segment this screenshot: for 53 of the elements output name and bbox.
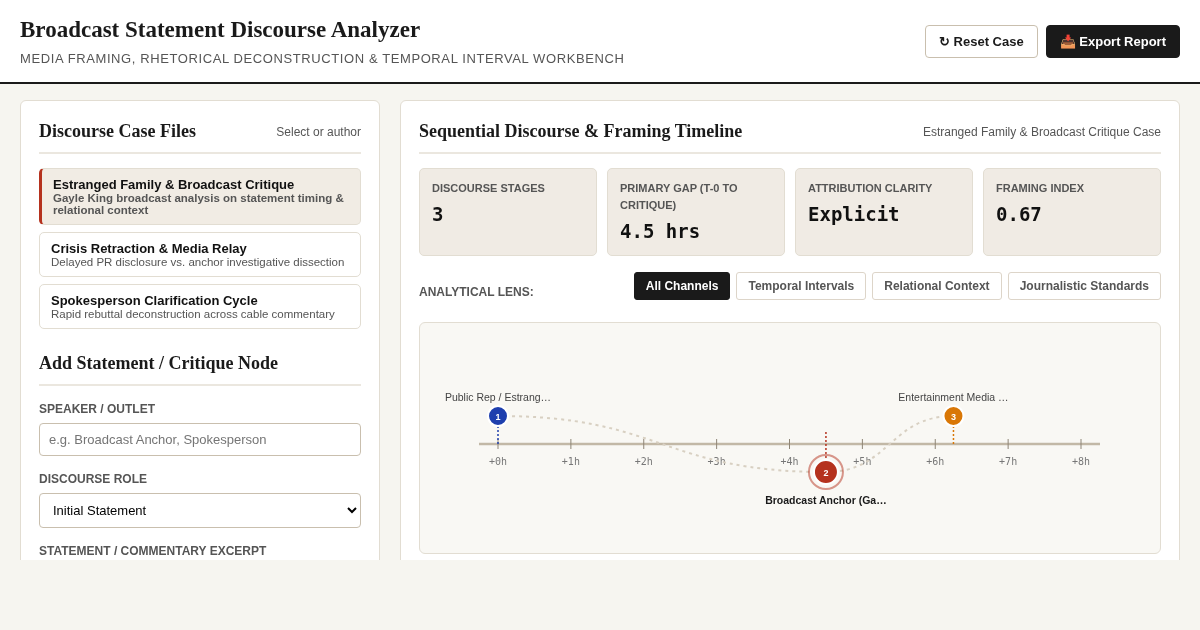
- panel-hint: Select or author: [276, 124, 361, 139]
- case-item[interactable]: Estranged Family & Broadcast Critique Gayle King broadcast analysis on statement timing & relational context: [39, 168, 361, 225]
- node-number: 3: [950, 412, 956, 422]
- tick-label: +5h: [853, 456, 872, 467]
- stat-value: 4.5 hrs: [620, 220, 702, 242]
- field-label: DISCOURSE ROLE: [39, 472, 148, 486]
- tick-label: +8h: [1071, 456, 1091, 467]
- panel-title: Discourse Case Files: [39, 121, 196, 142]
- stat-label: FRAMING INDEX: [996, 181, 1085, 196]
- tick-label: +1h: [561, 456, 580, 467]
- drop-line: [497, 425, 499, 445]
- drop-line: [952, 425, 955, 445]
- stat-label: DISCOURSE STAGES: [432, 181, 546, 196]
- app-subtitle: MEDIA FRAMING, RHETORICAL DECONSTRUCTION & TEMPORAL INTERVAL WORKBENCH: [20, 50, 625, 66]
- node-number: 2: [823, 468, 829, 478]
- lens-tab[interactable]: All Channels: [633, 272, 731, 300]
- case-description: Gayle King broadcast analysis on statement timing & relational context: [53, 192, 345, 216]
- lens-tab[interactable]: Journalistic Standards: [1007, 272, 1161, 300]
- tick-label: +0h: [488, 456, 508, 467]
- node-label: Entertainment Media …: [898, 391, 1009, 403]
- speaker-field[interactable]: e.g. Broadcast Anchor, Spokesperson: [39, 423, 361, 456]
- case-item[interactable]: Crisis Retraction & Media Relay Delayed PR disclosure vs. anchor investigative dissection: [39, 232, 361, 277]
- stat-label: PRIMARY GAP (T-0 TO CRITIQUE): [620, 181, 739, 213]
- case-title: Estranged Family & Broadcast Critique: [53, 177, 296, 192]
- lens-tab[interactable]: Temporal Intervals: [736, 272, 867, 300]
- stat-value: Explicit: [808, 203, 901, 225]
- reset-button[interactable]: ↻ Reset Case: [925, 24, 1038, 58]
- form-title: Add Statement / Critique Node: [39, 353, 361, 386]
- role-dropdown[interactable]: Initial Statement: [39, 493, 361, 528]
- tick-label: +2h: [634, 456, 653, 467]
- field-label: SPEAKER / OUTLET: [39, 402, 156, 416]
- node-label: Broadcast Anchor (Ga…: [765, 494, 887, 506]
- tick-label: +4h: [780, 456, 799, 467]
- field-label: STATEMENT / COMMENTARY EXCERPT: [39, 544, 268, 558]
- node-label: Public Rep / Estrang…: [444, 391, 552, 403]
- stat-value: 0.67: [996, 203, 1043, 225]
- app-title: Broadcast Statement Discourse Analyzer: [20, 16, 422, 43]
- case-name: Estranged Family & Broadcast Critique Case: [922, 124, 1161, 139]
- stat-label: ATTRIBUTION CLARITY: [808, 181, 934, 196]
- lens-tab[interactable]: Relational Context: [872, 272, 1002, 300]
- tick-label: +6h: [926, 456, 945, 467]
- case-description: Delayed PR disclosure vs. anchor investigative dissection: [51, 256, 346, 268]
- case-item[interactable]: Spokesperson Clarification Cycle Rapid rebuttal deconstruction across cable commentary: [39, 284, 361, 329]
- panel-title: Sequential Discourse & Framing Timeline: [419, 121, 743, 142]
- lens-label: ANALYTICAL LENS:: [419, 285, 534, 299]
- case-title: Spokesperson Clarification Cycle: [51, 293, 259, 308]
- case-description: Rapid rebuttal deconstruction across cable commentary: [51, 308, 336, 320]
- node-number: 1: [495, 412, 501, 422]
- case-title: Crisis Retraction & Media Relay: [51, 241, 248, 256]
- stat-value: 3: [432, 203, 445, 225]
- export-button[interactable]: 📥 Export Report: [1045, 24, 1180, 58]
- timeline-node[interactable]: [807, 454, 844, 490]
- tick-label: +7h: [999, 456, 1018, 467]
